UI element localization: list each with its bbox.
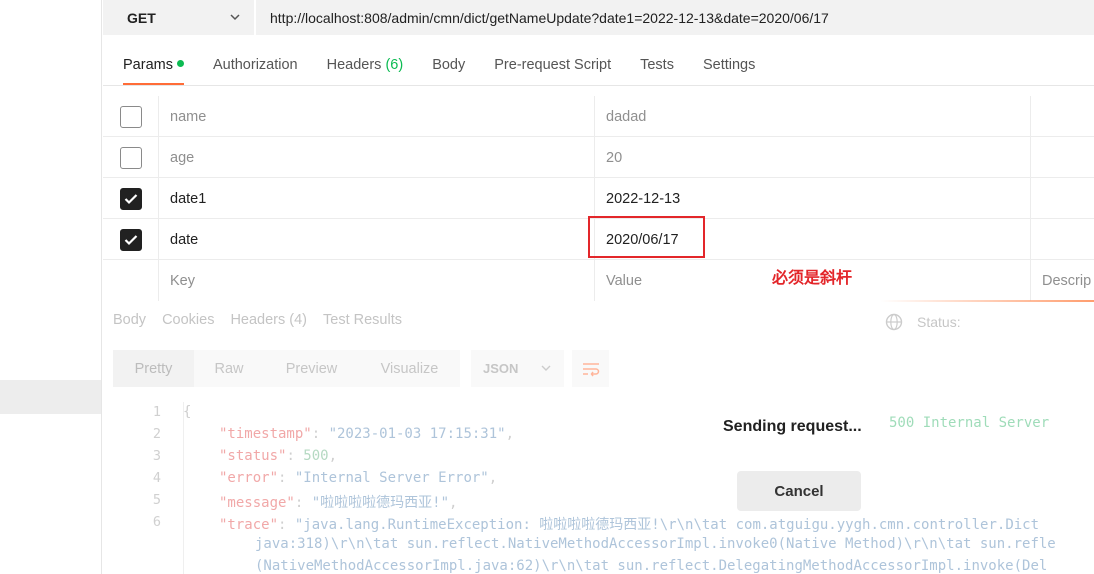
cancel-button[interactable]: Cancel [737,471,861,511]
json-key: "status" [219,448,287,464]
param-value[interactable]: dadad [595,96,1031,137]
param-value[interactable]: 2022-12-13 [595,178,1031,219]
annotation-text: 必须是斜杆 [772,268,853,287]
globe-icon[interactable] [885,313,903,331]
chevron-down-icon [541,365,551,371]
json-punct: , [505,426,515,442]
description-input[interactable]: Descrip [1031,260,1094,301]
code-text: "error": "Internal Server Error", [219,470,498,486]
line-number: 2 [152,426,161,442]
table-row-partial [103,53,1094,65]
line-number: 1 [152,404,161,420]
url-input[interactable]: http://localhost:808/admin/cmn/dict/getN… [256,0,1094,35]
resp-tab-headers[interactable]: Headers (4) [230,312,307,328]
method-label: GET [127,9,156,26]
json-punct: , [449,495,458,511]
resp-tab-body[interactable]: Body [113,312,146,328]
line-number: 4 [152,470,161,486]
json-string: "java.lang.RuntimeException: 啦啦啦啦德玛西亚!\r… [294,517,1040,533]
json-key: "error" [219,470,279,486]
sidebar-selected-item[interactable] [0,380,101,414]
format-label: JSON [483,361,519,376]
resp-tab-cookies[interactable]: Cookies [162,312,214,328]
status-code: 500 Internal Server [889,415,1050,431]
table-row: date1 2022-12-13 [103,178,1094,219]
json-string: "啦啦啦啦德玛西亚!" [311,495,450,511]
chevron-down-icon [230,14,240,21]
checkbox-checked[interactable] [119,187,142,210]
row-checkbox-cell [103,96,159,137]
wrap-lines-button[interactable] [572,350,609,387]
params-table: name dadad age 20 date1 2022-12-13 date … [103,85,1094,301]
line-number: 5 [152,492,161,508]
response-status: Status: 500 Internal Server [885,313,1049,431]
param-description[interactable] [1031,96,1094,137]
row-checkbox-cell [103,219,159,260]
param-key[interactable]: age [159,137,595,178]
table-row: age 20 [103,137,1094,178]
param-description[interactable] [1031,137,1094,178]
format-dropdown[interactable]: JSON [471,350,564,387]
response-view-toolbar: Pretty Raw Preview Visualize JSON [113,350,609,387]
code-text: (NativeMethodAccessorImpl.java:62)\r\n\t… [255,558,1048,574]
sidebar-panel [0,0,102,574]
row-checkbox-cell [103,178,159,219]
status-label: Status: [917,314,961,330]
resp-tab-test-results[interactable]: Test Results [323,312,402,328]
param-key[interactable]: date [159,219,595,260]
param-value[interactable]: 20 [595,137,1031,178]
param-description[interactable] [1031,219,1094,260]
view-visualize-button[interactable]: Visualize [359,350,460,387]
json-key: "trace" [219,517,279,533]
annotation-highlight-box [588,216,705,258]
checkbox[interactable] [119,146,142,169]
code-text: "status": 500, [219,448,338,464]
json-key: "message" [219,495,295,511]
row-checkbox-cell [103,137,159,178]
code-gutter-divider [183,402,184,574]
json-number: 500 [303,448,329,464]
code-text: "trace": "java.lang.RuntimeException: 啦啦… [219,517,1040,533]
checkbox[interactable] [119,105,142,128]
sending-request-text: Sending request... [723,418,862,435]
view-pretty-button[interactable]: Pretty [113,350,194,387]
json-key: "timestamp" [219,426,312,442]
wrap-lines-icon [582,362,599,376]
view-preview-button[interactable]: Preview [264,350,359,387]
code-text: { [183,404,192,420]
response-panel: Body Cookies Headers (4) Test Results St… [103,302,1094,574]
table-row: name dadad [103,96,1094,137]
checkmark-icon [124,193,137,204]
json-punct: , [488,470,498,486]
key-input[interactable]: Key [159,260,595,301]
checkbox-checked[interactable] [119,228,142,251]
response-tabs: Body Cookies Headers (4) Test Results [113,312,418,328]
json-string: "2023-01-03 17:15:31" [328,426,506,442]
request-url-bar: GET http://localhost:808/admin/cmn/dict/… [103,0,1094,35]
view-raw-button[interactable]: Raw [194,350,264,387]
param-description[interactable] [1031,178,1094,219]
code-text: "message": "啦啦啦啦德玛西亚!", [219,495,458,511]
row-checkbox-cell-empty [103,260,159,301]
param-key[interactable]: name [159,96,595,137]
table-row-new: Key Value Descrip [103,260,1094,301]
param-key[interactable]: date1 [159,178,595,219]
line-number: 3 [152,448,161,464]
method-dropdown[interactable]: GET [103,0,255,35]
json-punct: , [328,448,338,464]
code-text: java:318)\r\n\tat sun.reflect.NativeMeth… [255,536,1056,552]
checkmark-icon [124,234,137,245]
json-string: "Internal Server Error" [294,470,489,486]
code-text: "timestamp": "2023-01-03 17:15:31", [219,426,515,442]
line-number: 6 [152,514,161,530]
